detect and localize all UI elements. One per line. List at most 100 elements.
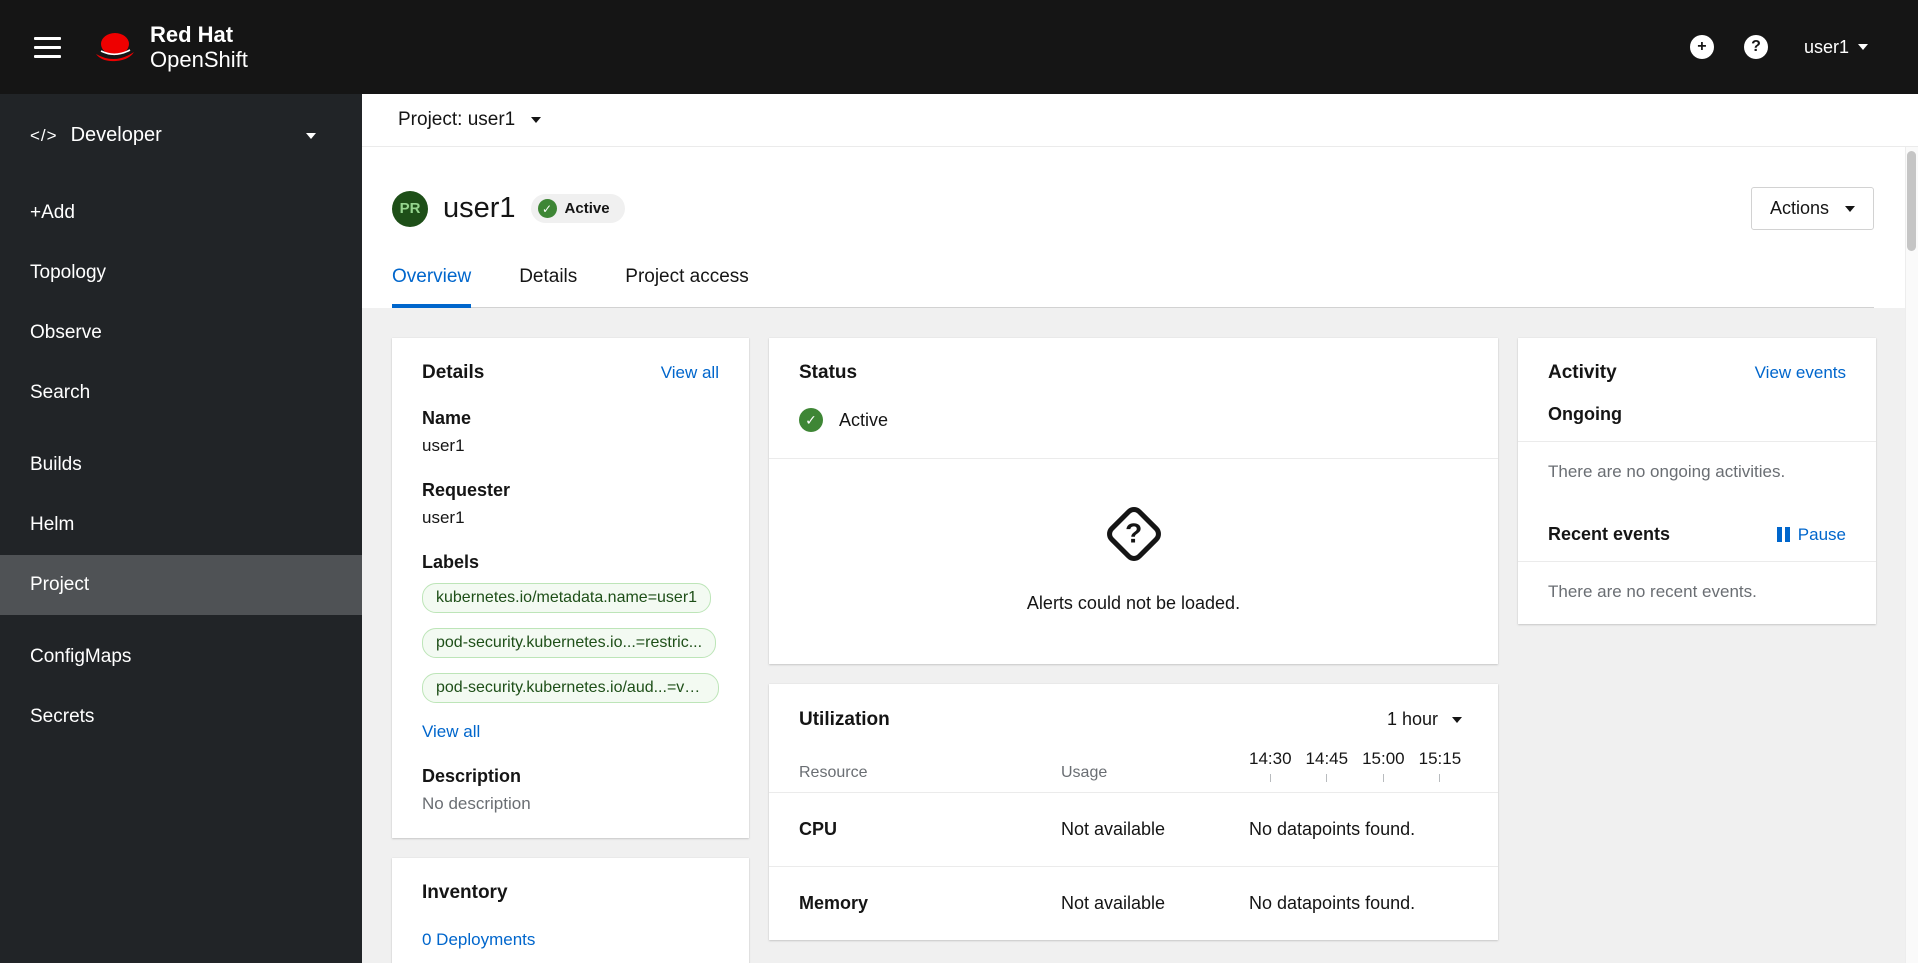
overview-content: Details View all Name user1 Requester us…: [362, 308, 1918, 963]
resource-name: Memory: [799, 893, 869, 913]
time-axis: 14:30 14:45 15:00 15:15: [1249, 749, 1468, 782]
time-tick-label: 15:15: [1418, 749, 1462, 768]
ongoing-label: Ongoing: [1548, 404, 1622, 424]
utilization-row-cpu: CPU Not available No datapoints found.: [769, 793, 1498, 866]
redhat-fedora-icon: [96, 33, 134, 62]
status-card-title: Status: [799, 362, 858, 383]
chevron-down-icon: [1858, 44, 1868, 50]
utilization-card-title: Utilization: [799, 708, 890, 730]
chevron-down-icon: [306, 132, 316, 139]
sidebar-item-secrets[interactable]: Secrets: [0, 687, 362, 747]
project-avatar: PR: [392, 190, 428, 227]
check-icon: ✓: [799, 408, 823, 432]
resource-usage: Not available: [1061, 893, 1166, 913]
time-tick-label: 14:30: [1249, 749, 1292, 768]
alerts-message: Alerts could not be loaded.: [1026, 593, 1241, 613]
label-pill[interactable]: pod-security.kubernetes.io/aud...=v1...: [422, 673, 719, 703]
requester-label: Requester: [422, 480, 511, 500]
label-pill[interactable]: kubernetes.io/metadata.name=user1: [422, 583, 712, 613]
check-icon: ✓: [537, 199, 557, 218]
sidebar-item-helm[interactable]: Helm: [0, 495, 362, 555]
pause-button-label: Pause: [1797, 524, 1846, 544]
resource-datapoints: No datapoints found.: [1249, 893, 1416, 913]
utilization-row-memory: Memory Not available No datapoints found…: [769, 867, 1498, 940]
resource-column-header: Resource: [799, 764, 868, 781]
labels-label: Labels: [422, 552, 480, 572]
brand-openshift-text: OpenShift: [150, 47, 248, 72]
scrollbar-thumb[interactable]: [1907, 151, 1916, 251]
alerts-empty-state: ? Alerts could not be loaded.: [769, 459, 1498, 664]
pause-icon: [1776, 527, 1790, 542]
nav-toggle-button[interactable]: [26, 29, 69, 66]
sidebar-item-configmaps[interactable]: ConfigMaps: [0, 627, 362, 687]
time-tick-label: 14:45: [1305, 749, 1349, 768]
sidebar-item-topology[interactable]: Topology: [0, 243, 362, 303]
brand-redhat-text: Red Hat: [150, 21, 234, 47]
actions-label: Actions: [1769, 198, 1829, 218]
view-events-link[interactable]: View events: [1755, 363, 1846, 383]
code-icon: </>: [30, 125, 58, 145]
label-pill[interactable]: pod-security.kubernetes.io...=restric...: [422, 628, 717, 658]
name-value: user1: [422, 436, 465, 455]
activity-card-title: Activity: [1548, 362, 1617, 383]
page-header: PR user1 ✓ Active Actions Overview Detai…: [362, 147, 1918, 308]
add-shortcut-icon[interactable]: +: [1689, 35, 1714, 59]
chevron-down-icon: [1845, 205, 1855, 212]
duration-dropdown[interactable]: 1 hour: [1381, 708, 1468, 731]
resource-datapoints: No datapoints found.: [1249, 819, 1416, 839]
scrollbar-track: [1905, 147, 1918, 963]
pause-button[interactable]: Pause: [1776, 524, 1846, 545]
user-menu-label: user1: [1803, 36, 1849, 57]
labels-view-all-link[interactable]: View all: [422, 722, 480, 742]
chevron-down-icon: [1452, 716, 1462, 723]
recent-events-label: Recent events: [1548, 524, 1671, 544]
main-area: Project: user1 PR user1 ✓ Active Actions: [362, 94, 1918, 963]
duration-label: 1 hour: [1386, 709, 1438, 729]
tab-project-access[interactable]: Project access: [625, 266, 749, 307]
sidebar-item-observe[interactable]: Observe: [0, 303, 362, 363]
deployments-link[interactable]: 0 Deployments: [422, 930, 535, 950]
labels-group: kubernetes.io/metadata.name=user1 pod-se…: [422, 573, 719, 708]
status-badge-label: Active: [564, 200, 610, 217]
usage-column-header: Usage: [1061, 764, 1108, 781]
sidebar-item-search[interactable]: Search: [0, 363, 362, 423]
page-title: user1: [443, 192, 516, 224]
sidebar-item-project[interactable]: Project: [0, 555, 362, 615]
time-tick-label: 15:00: [1362, 749, 1405, 768]
sidebar-item-builds[interactable]: Builds: [0, 435, 362, 495]
utilization-card: Utilization 1 hour Resource Usage 14:30: [769, 684, 1498, 940]
description-label: Description: [422, 766, 522, 786]
requester-value: user1: [422, 508, 465, 527]
help-icon[interactable]: ?: [1743, 35, 1768, 59]
resource-name: CPU: [799, 819, 838, 839]
project-selector[interactable]: Project: user1: [392, 108, 547, 132]
brand-logo: Red Hat OpenShift: [93, 22, 248, 73]
details-card-title: Details: [422, 362, 485, 383]
actions-dropdown[interactable]: Actions: [1750, 187, 1874, 230]
status-card: Status ✓ Active ? Alerts could not be lo…: [769, 338, 1498, 664]
project-selector-label: Project: user1: [398, 109, 516, 130]
details-card: Details View all Name user1 Requester us…: [392, 338, 749, 838]
status-value: Active: [839, 409, 889, 430]
tab-details[interactable]: Details: [519, 266, 577, 307]
tab-overview[interactable]: Overview: [392, 266, 472, 308]
inventory-card: Inventory 0 Deployments: [392, 858, 749, 963]
masthead-toolbar: + ? user1: [1689, 35, 1874, 59]
activity-card: Activity View events Ongoing There are n…: [1518, 338, 1876, 624]
status-badge: ✓ Active: [530, 194, 625, 223]
sidebar-item-add[interactable]: +Add: [0, 183, 362, 243]
inventory-card-title: Inventory: [422, 882, 508, 903]
masthead: Red Hat OpenShift + ? user1: [0, 0, 1918, 94]
sidebar-nav: </> Developer +Add Topology Observe Sear…: [0, 94, 362, 963]
details-view-all-link[interactable]: View all: [661, 363, 719, 383]
perspective-switcher[interactable]: </> Developer: [0, 94, 362, 175]
chevron-down-icon: [531, 117, 542, 123]
recent-events-empty-message: There are no recent events.: [1548, 582, 1757, 601]
name-label: Name: [422, 408, 472, 428]
ongoing-empty-message: There are no ongoing activities.: [1548, 462, 1786, 481]
user-menu[interactable]: user1: [1798, 36, 1874, 59]
perspective-label: Developer: [70, 124, 162, 146]
scroll-region: PR user1 ✓ Active Actions Overview Detai…: [362, 147, 1918, 963]
description-value: No description: [422, 794, 531, 813]
resource-usage: Not available: [1061, 819, 1166, 839]
